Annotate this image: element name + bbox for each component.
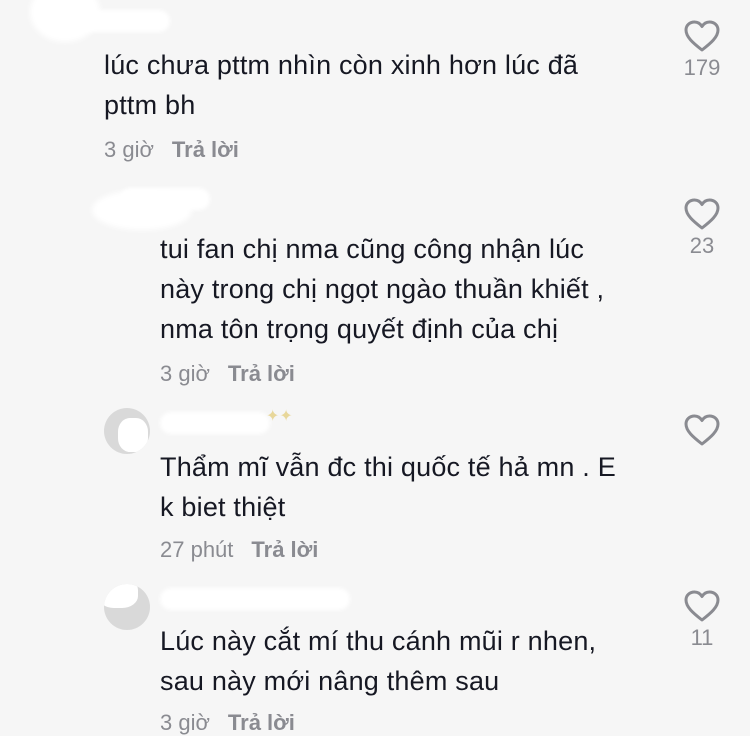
avatar[interactable] [104,408,150,454]
comment-time: 27 phút [160,537,234,562]
comment-text: tui fan chị nma cũng công nhận lúc này t… [160,234,605,344]
comment-item: lúc chưa pttm nhìn còn xinh hơn lúc đã p… [0,0,750,170]
heart-outline-icon [684,414,720,446]
comment-list: { "comments": [ {"text": "lúc chưa pttm … [0,0,750,735]
reply-button[interactable]: Trả lời [251,537,318,562]
like-button[interactable]: 179 [672,20,732,81]
comment-text: lúc chưa pttm nhìn còn xinh hơn lúc đã p… [104,50,579,120]
comment-time: 3 giờ [160,710,210,735]
like-button[interactable] [672,414,732,449]
comment-meta: 3 giờ Trả lời [160,361,295,387]
comment-meta: 27 phút Trả lời [160,537,318,563]
comment-meta: 3 giờ Trả lời [160,710,295,736]
username[interactable] [160,412,270,434]
heart-outline-icon [684,198,720,230]
comment-item: ✦✦ Thẩm mĩ vẫn đc thi quốc tế hả mn . E … [0,400,750,570]
reply-button[interactable]: Trả lời [228,361,295,386]
like-button[interactable]: 23 [672,198,732,259]
like-button[interactable]: 11 [672,590,732,651]
username[interactable] [160,588,350,610]
comment-time: 3 giờ [160,361,210,386]
reply-button[interactable]: Trả lời [172,137,239,162]
comment-text: Lúc này cắt mí thu cánh mũi r nhen, sau … [160,626,597,696]
avatar[interactable] [104,584,150,630]
username[interactable] [120,188,210,210]
like-count: 11 [690,625,714,650]
comment-meta: 3 giờ Trả lời [104,137,239,163]
username[interactable] [60,10,170,32]
like-count: 179 [683,55,721,80]
heart-outline-icon [684,590,720,622]
sparkle-icon: ✦✦ [266,408,293,425]
like-count: 23 [689,233,715,258]
comment-text: Thẩm mĩ vẫn đc thi quốc tế hả mn . E k b… [160,452,616,522]
reply-button[interactable]: Trả lời [228,710,295,735]
heart-outline-icon [684,20,720,52]
comment-time: 3 giờ [104,137,154,162]
comment-item: tui fan chị nma cũng công nhận lúc này t… [0,180,750,390]
comment-item: Lúc này cắt mí thu cánh mũi r nhen, sau … [0,578,750,735]
